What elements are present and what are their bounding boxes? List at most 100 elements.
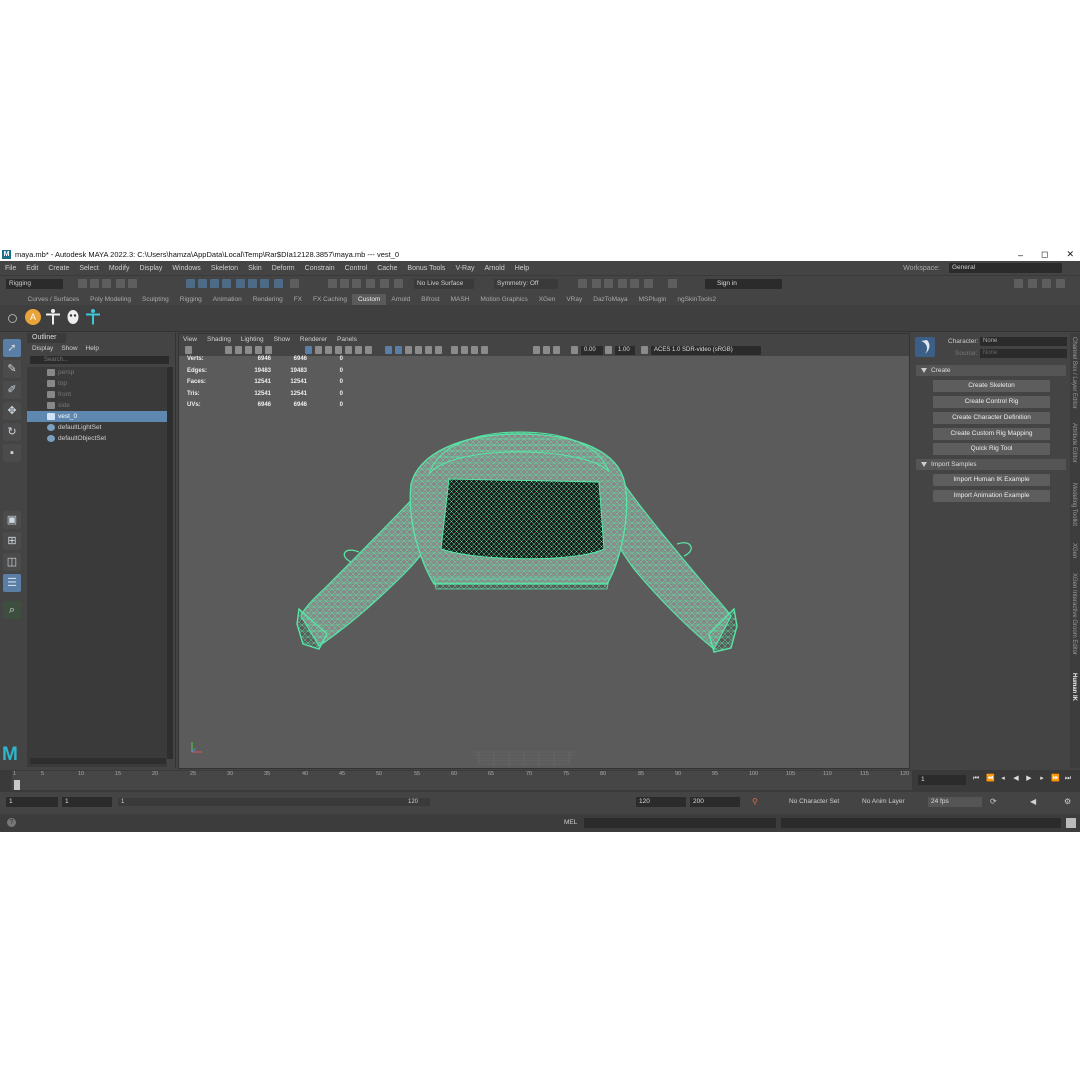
- outliner-item-top[interactable]: top: [27, 378, 167, 389]
- shelf-tab-rigging[interactable]: Rigging: [174, 294, 207, 305]
- help-icon[interactable]: ?: [7, 818, 16, 827]
- lock-icon[interactable]: [290, 279, 299, 288]
- undo-icon[interactable]: [116, 279, 125, 288]
- select-deformations-icon[interactable]: [274, 279, 283, 288]
- shelf-tab-curves-surfaces[interactable]: Curves / Surfaces: [22, 294, 85, 305]
- menu-help[interactable]: Help: [510, 265, 534, 272]
- outliner-search-input[interactable]: Search...: [30, 356, 169, 364]
- menu-file[interactable]: File: [0, 265, 21, 272]
- select-tool-icon[interactable]: ➚: [3, 339, 21, 357]
- tab-xgen-groom-editor[interactable]: XGen Interactive Groom Editor: [1071, 573, 1077, 655]
- character-set-dropdown[interactable]: No Character Set: [789, 798, 839, 805]
- rotate-tool-icon[interactable]: ↻: [3, 423, 21, 441]
- side-by-side-layout-icon[interactable]: ◫: [3, 553, 21, 571]
- snap-view-plane-icon[interactable]: [366, 279, 375, 288]
- select-mask-icon[interactable]: [222, 279, 231, 288]
- select-joints-icon[interactable]: [236, 279, 245, 288]
- outliner-item-default-object-set[interactable]: defaultObjectSet: [27, 433, 167, 444]
- current-frame-marker[interactable]: [14, 780, 20, 790]
- menu-set-dropdown[interactable]: Rigging: [6, 279, 63, 289]
- four-view-layout-icon[interactable]: ⊞: [3, 532, 21, 550]
- create-character-definition-button[interactable]: Create Character Definition: [933, 412, 1050, 424]
- outliner-item-side[interactable]: side: [27, 400, 167, 411]
- construction-history-icon[interactable]: [578, 279, 587, 288]
- vest-mesh-wireframe[interactable]: [179, 334, 909, 768]
- shelf-tab-fx[interactable]: FX: [288, 294, 307, 305]
- step-back-frame-icon[interactable]: ◂: [999, 775, 1007, 783]
- go-to-start-icon[interactable]: ⏮: [972, 775, 980, 783]
- minimize-button[interactable]: –: [1018, 250, 1023, 260]
- select-curves-icon[interactable]: [248, 279, 257, 288]
- fps-dropdown[interactable]: 24 fps: [928, 797, 982, 807]
- play-forwards-icon[interactable]: ▶: [1025, 775, 1033, 783]
- loop-icon[interactable]: ⟳: [990, 797, 997, 806]
- menu-display[interactable]: Display: [134, 265, 167, 272]
- shelf-tab-custom[interactable]: Custom: [352, 294, 386, 305]
- snap-curve-icon[interactable]: [340, 279, 349, 288]
- menu-bonus-tools[interactable]: Bonus Tools: [402, 265, 450, 272]
- select-hierarchy-icon[interactable]: [186, 279, 195, 288]
- outliner-vertical-scrollbar[interactable]: [167, 367, 173, 759]
- outliner-item-persp[interactable]: persp: [27, 367, 167, 378]
- menu-constrain[interactable]: Constrain: [300, 265, 340, 272]
- live-surface-field[interactable]: No Live Surface: [414, 279, 474, 289]
- ipr-render-icon[interactable]: [604, 279, 613, 288]
- create-section-header[interactable]: Create: [916, 365, 1066, 376]
- shelf-tab-animation[interactable]: Animation: [207, 294, 247, 305]
- play-backwards-icon[interactable]: ◀: [1012, 775, 1020, 783]
- import-samples-section-header[interactable]: Import Samples: [916, 459, 1066, 470]
- source-dropdown[interactable]: None: [980, 349, 1067, 358]
- step-forward-key-icon[interactable]: ⏩: [1051, 775, 1060, 783]
- menu-deform[interactable]: Deform: [267, 265, 300, 272]
- select-object-icon[interactable]: [198, 279, 207, 288]
- arnold-render-view-icon[interactable]: [644, 279, 653, 288]
- channel-box-icon[interactable]: [1056, 279, 1065, 288]
- shelf-tab-xgen[interactable]: XGen: [533, 294, 561, 305]
- playback-start-field[interactable]: 1: [62, 797, 112, 807]
- shelf-settings-icon[interactable]: [8, 314, 17, 323]
- redo-icon[interactable]: [128, 279, 137, 288]
- close-button[interactable]: ✕: [1066, 249, 1074, 260]
- character-dropdown[interactable]: None: [980, 337, 1067, 346]
- snap-point-icon[interactable]: [352, 279, 361, 288]
- open-scene-icon[interactable]: [90, 279, 99, 288]
- menu-select[interactable]: Select: [74, 265, 103, 272]
- outliner-horizontal-scrollbar[interactable]: [30, 758, 166, 764]
- menu-arnold[interactable]: Arnold: [480, 265, 510, 272]
- menu-cache[interactable]: Cache: [372, 265, 402, 272]
- playback-end-field[interactable]: 120: [636, 797, 686, 807]
- outliner-item-default-light-set[interactable]: defaultLightSet: [27, 422, 167, 433]
- tool-settings-icon[interactable]: [1042, 279, 1051, 288]
- make-live-icon[interactable]: [394, 279, 403, 288]
- shelf-tab-poly-modeling[interactable]: Poly Modeling: [85, 294, 137, 305]
- sign-in-dropdown[interactable]: Sign in: [705, 279, 782, 289]
- face-mask-icon[interactable]: [64, 308, 82, 326]
- viewport-panel[interactable]: View Shading Lighting Show Renderer Pane…: [178, 333, 910, 769]
- quick-rig-tool-button[interactable]: Quick Rig Tool: [933, 443, 1050, 455]
- outliner-menu-help[interactable]: Help: [86, 343, 99, 354]
- import-animation-example-button[interactable]: Import Animation Example: [933, 490, 1050, 502]
- snap-live-icon[interactable]: [380, 279, 389, 288]
- shelf-tab-bifrost[interactable]: Bifrost: [416, 294, 445, 305]
- preferences-icon[interactable]: ⚙: [1064, 797, 1071, 806]
- tab-xgen[interactable]: XGen: [1071, 543, 1077, 558]
- lasso-tool-icon[interactable]: ✎: [3, 360, 21, 378]
- hypershade-icon[interactable]: [630, 279, 639, 288]
- zoom-icon[interactable]: ⌕: [3, 601, 21, 619]
- render-current-frame-icon[interactable]: [592, 279, 601, 288]
- menu-modify[interactable]: Modify: [104, 265, 135, 272]
- menu-edit[interactable]: Edit: [21, 265, 43, 272]
- outliner-layout-icon[interactable]: ☰: [3, 574, 21, 592]
- shelf-tab-rendering[interactable]: Rendering: [247, 294, 288, 305]
- t-pose-icon[interactable]: [44, 308, 62, 326]
- sound-icon[interactable]: ◀: [1030, 797, 1036, 806]
- script-language-toggle[interactable]: MEL: [564, 819, 577, 826]
- shelf-tab-fx-caching[interactable]: FX Caching: [308, 294, 353, 305]
- modeling-toolkit-icon[interactable]: [1014, 279, 1023, 288]
- menu-windows[interactable]: Windows: [167, 265, 205, 272]
- scene-start-field[interactable]: 1: [6, 797, 58, 807]
- script-editor-icon[interactable]: [1066, 818, 1076, 828]
- select-component-icon[interactable]: [210, 279, 219, 288]
- new-scene-icon[interactable]: [78, 279, 87, 288]
- tab-channel-box[interactable]: Channel Box / Layer Editor: [1071, 337, 1077, 409]
